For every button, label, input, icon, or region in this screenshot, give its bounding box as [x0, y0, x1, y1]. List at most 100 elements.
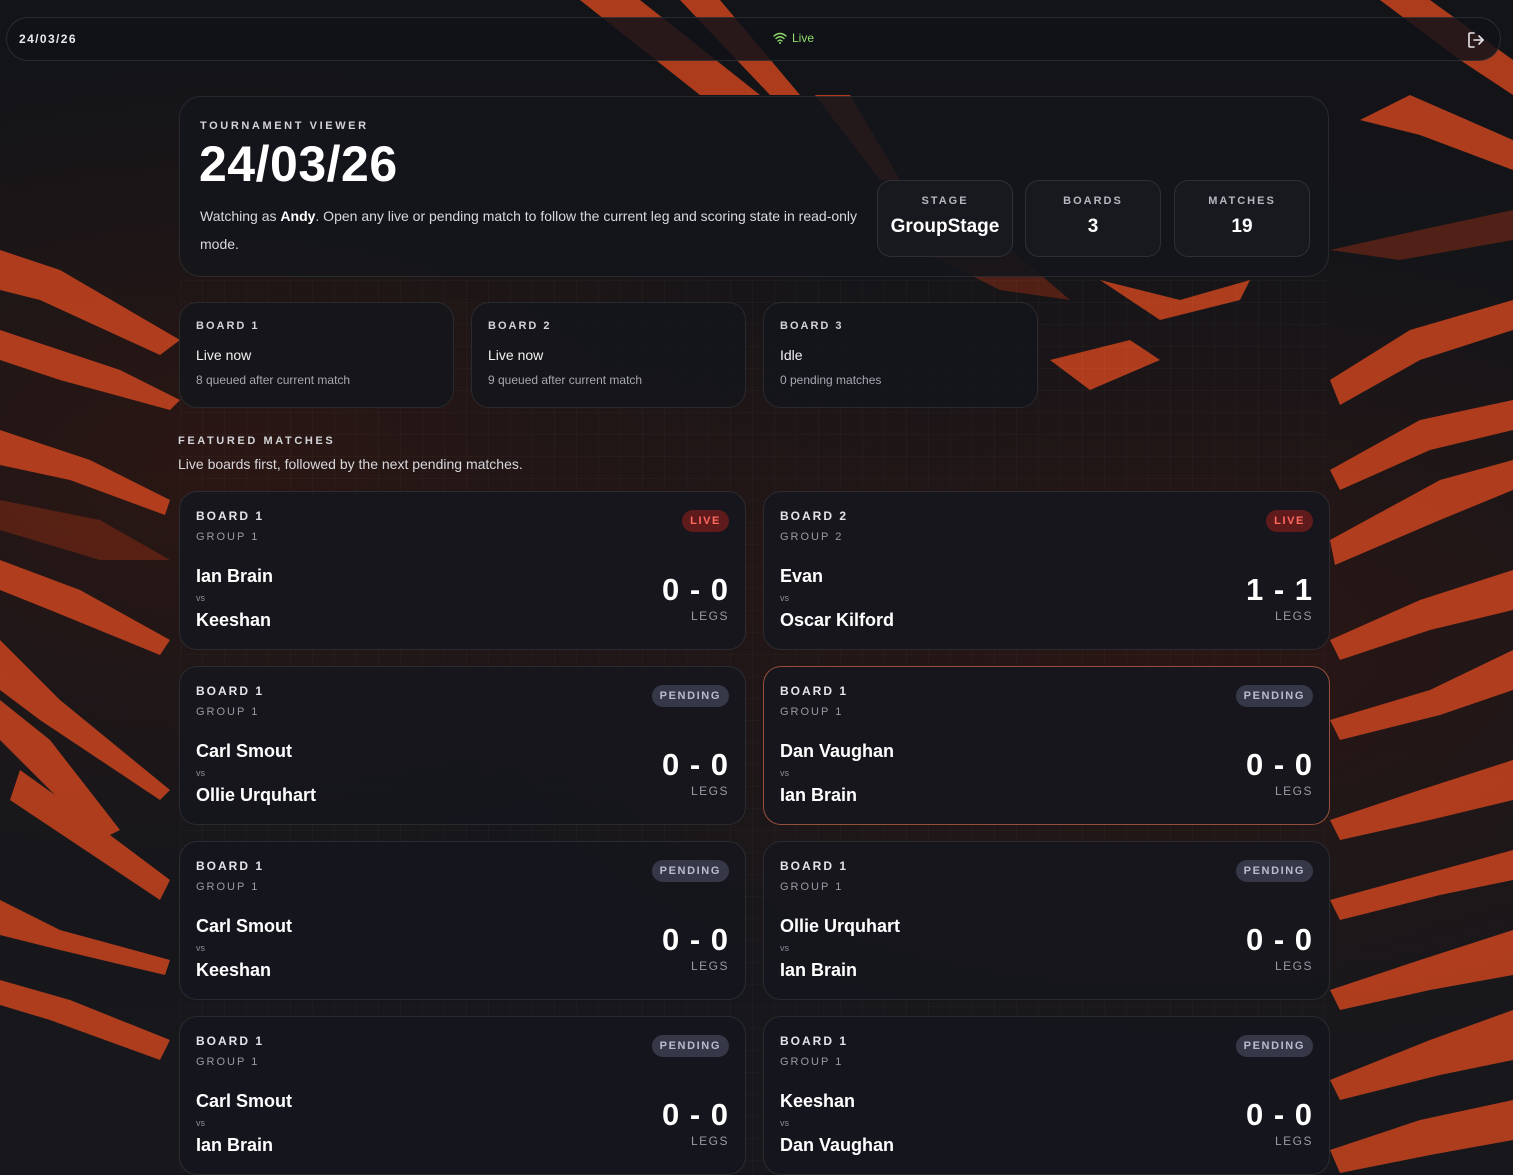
player-one: Keeshan: [780, 1091, 856, 1111]
player-one: Carl Smout: [196, 741, 293, 761]
match-board: BOARD 1: [780, 684, 849, 698]
status-badge: PENDING: [1235, 860, 1313, 882]
tournament-header-card: TOURNAMENT VIEWER 24/03/26 Watching as A…: [179, 96, 1329, 277]
stat-matches: MATCHES 19: [1174, 180, 1310, 257]
versus-label: vs: [196, 768, 205, 778]
match-board: BOARD 1: [780, 859, 849, 873]
match-group: GROUP 1: [780, 706, 844, 718]
match-card[interactable]: BOARD 2 GROUP 2 LIVE Evan vs Oscar Kilfo…: [763, 491, 1330, 650]
match-board: BOARD 2: [780, 509, 849, 523]
player-one: Carl Smout: [196, 1091, 293, 1111]
player-one: Dan Vaughan: [780, 741, 895, 761]
match-board: BOARD 1: [196, 509, 265, 523]
featured-matches-title: FEATURED MATCHES: [178, 435, 336, 447]
board-queue-info: 8 queued after current match: [196, 373, 351, 387]
match-card[interactable]: BOARD 1 GROUP 1 PENDING Carl Smout vs Ia…: [179, 1016, 746, 1175]
match-group: GROUP 1: [780, 1056, 844, 1068]
score-unit: LEGS: [690, 1134, 729, 1148]
logout-icon[interactable]: [1466, 30, 1486, 50]
stat-boards: BOARDS 3: [1025, 180, 1161, 257]
match-score: 0 - 0: [661, 1097, 729, 1132]
score-unit: LEGS: [1274, 609, 1313, 623]
match-card[interactable]: BOARD 1 GROUP 1 LIVE Ian Brain vs Keesha…: [179, 491, 746, 650]
player-one: Ian Brain: [196, 566, 274, 586]
match-card[interactable]: BOARD 1 GROUP 1 PENDING Dan Vaughan vs I…: [763, 666, 1330, 825]
status-badge: PENDING: [1235, 1035, 1313, 1057]
match-board: BOARD 1: [196, 859, 265, 873]
header-eyebrow: TOURNAMENT VIEWER: [200, 120, 369, 132]
match-group: GROUP 1: [196, 706, 260, 718]
board-status-card-1: BOARD 1 Live now 8 queued after current …: [179, 302, 454, 408]
player-two: Keeshan: [196, 960, 272, 980]
board-status: Live now: [196, 347, 252, 363]
board-status: Live now: [488, 347, 544, 363]
player-two: Ian Brain: [780, 960, 858, 980]
match-score: 0 - 0: [661, 572, 729, 607]
wifi-icon: [773, 32, 787, 44]
match-score: 0 - 0: [661, 922, 729, 957]
versus-label: vs: [196, 593, 205, 603]
connection-status-label: Live: [792, 31, 815, 45]
match-group: GROUP 1: [196, 1056, 260, 1068]
player-one: Evan: [780, 566, 824, 586]
score-unit: LEGS: [690, 609, 729, 623]
board-label: BOARD 3: [780, 320, 844, 332]
versus-label: vs: [780, 593, 789, 603]
featured-matches-subtitle: Live boards first, followed by the next …: [178, 456, 523, 472]
board-queue-info: 9 queued after current match: [488, 373, 643, 387]
match-board: BOARD 1: [196, 684, 265, 698]
board-label: BOARD 2: [488, 320, 552, 332]
status-badge: PENDING: [1235, 685, 1313, 707]
match-card[interactable]: BOARD 1 GROUP 1 PENDING Carl Smout vs Ol…: [179, 666, 746, 825]
stat-label: BOARDS: [1063, 195, 1123, 207]
player-two: Dan Vaughan: [780, 1135, 895, 1155]
status-badge: LIVE: [682, 510, 729, 532]
match-board: BOARD 1: [780, 1034, 849, 1048]
page-title: 24/03/26: [199, 136, 398, 192]
score-unit: LEGS: [1274, 959, 1313, 973]
versus-label: vs: [196, 943, 205, 953]
player-two: Ollie Urquhart: [196, 785, 317, 805]
top-bar-date: 24/03/26: [19, 32, 77, 46]
match-group: GROUP 1: [196, 881, 260, 893]
description-prefix: Watching as: [200, 208, 281, 224]
top-bar: 24/03/26 Live: [6, 17, 1501, 61]
match-card[interactable]: BOARD 1 GROUP 1 PENDING Keeshan vs Dan V…: [763, 1016, 1330, 1175]
status-badge: PENDING: [651, 685, 729, 707]
board-status: Idle: [780, 347, 803, 363]
stat-value: 19: [1231, 216, 1253, 237]
board-status-card-3: BOARD 3 Idle 0 pending matches: [763, 302, 1038, 408]
player-one: Ollie Urquhart: [780, 916, 901, 936]
match-score: 0 - 0: [1245, 922, 1313, 957]
status-badge: PENDING: [651, 1035, 729, 1057]
versus-label: vs: [780, 768, 789, 778]
match-score: 0 - 0: [1245, 1097, 1313, 1132]
player-two: Ian Brain: [196, 1135, 274, 1155]
status-badge: LIVE: [1266, 510, 1313, 532]
versus-label: vs: [780, 1118, 789, 1128]
stat-value: 3: [1087, 216, 1099, 237]
stat-label: STAGE: [921, 195, 969, 207]
player-two: Keeshan: [196, 610, 272, 630]
score-unit: LEGS: [1274, 1134, 1313, 1148]
viewer-name: Andy: [280, 208, 316, 224]
score-unit: LEGS: [1274, 784, 1313, 798]
header-description: Watching as Andy. Open any live or pendi…: [200, 202, 860, 258]
match-card[interactable]: BOARD 1 GROUP 1 PENDING Ollie Urquhart v…: [763, 841, 1330, 1000]
board-label: BOARD 1: [196, 320, 260, 332]
stat-label: MATCHES: [1208, 195, 1276, 207]
match-group: GROUP 1: [780, 881, 844, 893]
status-badge: PENDING: [651, 860, 729, 882]
versus-label: vs: [196, 1118, 205, 1128]
versus-label: vs: [780, 943, 789, 953]
match-score: 1 - 1: [1245, 572, 1313, 607]
player-two: Oscar Kilford: [780, 610, 895, 630]
board-queue-info: 0 pending matches: [780, 373, 882, 387]
match-group: GROUP 1: [196, 531, 260, 543]
stat-stage: STAGE GroupStage: [877, 180, 1013, 257]
match-card[interactable]: BOARD 1 GROUP 1 PENDING Carl Smout vs Ke…: [179, 841, 746, 1000]
score-unit: LEGS: [690, 784, 729, 798]
score-unit: LEGS: [690, 959, 729, 973]
match-board: BOARD 1: [196, 1034, 265, 1048]
stat-value: GroupStage: [890, 216, 1000, 237]
